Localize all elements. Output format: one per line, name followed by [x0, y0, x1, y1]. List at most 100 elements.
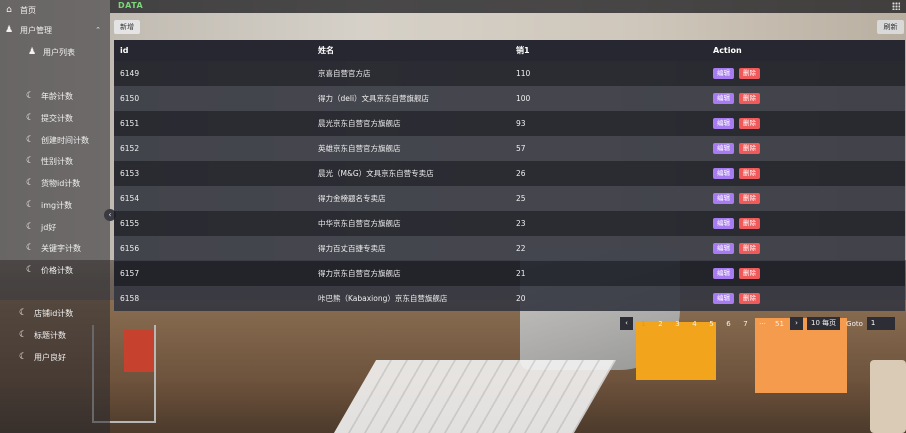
sidebar-item-label: 店铺id计数 — [34, 308, 74, 318]
page-number[interactable]: 3 — [671, 320, 684, 328]
cell-sales: 110 — [516, 69, 531, 78]
sidebar-item-label: 关键字计数 — [41, 243, 81, 253]
table-row: 6150 得力（deli）文具京东自营旗舰店 100 编辑 删除 — [114, 86, 905, 111]
cell-name: 晨光（M&G）文具京东自营专卖店 — [318, 169, 434, 178]
edit-button[interactable]: 编辑 — [713, 168, 734, 179]
cell-name: 得力（deli）文具京东自营旗舰店 — [318, 94, 430, 103]
page-number[interactable]: 51 — [773, 320, 786, 328]
column-header-sales[interactable]: 销1 — [510, 45, 707, 56]
cell-sales: 20 — [516, 294, 526, 303]
sidebar-item[interactable]: ☾ 提交计数 — [0, 108, 110, 128]
edit-button[interactable]: 编辑 — [713, 218, 734, 229]
delete-button[interactable]: 删除 — [739, 118, 760, 129]
cell-name: 得力百丈百捷专卖店 — [318, 244, 386, 253]
column-header-id[interactable]: id — [114, 46, 312, 55]
sidebar: ⌂ 首页 ♟ 用户管理 ⌃ ♟ 用户列表 ☾ 年龄计数 ☾ 提交计数 ☾ 创建时间计数 ☾ 性别计数 ☾ 货物i… — [0, 0, 110, 433]
moon-icon: ☾ — [25, 113, 35, 123]
background-keyboard — [333, 360, 617, 433]
cell-sales: 25 — [516, 194, 526, 203]
pagination: ‹ 1 2 3 4 5 6 7 ··· 51 › 10 每页 Goto 1 — [620, 317, 895, 330]
edit-button[interactable]: 编辑 — [713, 293, 734, 304]
cell-id: 6157 — [120, 269, 140, 278]
add-button[interactable]: 新增 — [114, 20, 140, 34]
edit-button[interactable]: 编辑 — [713, 143, 734, 154]
sidebar-item[interactable]: ☾ 货物id计数 — [0, 173, 110, 193]
sidebar-item[interactable]: ☾ 年龄计数 — [0, 86, 110, 106]
sidebar-item[interactable]: ♟ 用户列表 — [0, 42, 110, 62]
page-number[interactable]: 4 — [688, 320, 701, 328]
data-table: id 姓名 销1 Action 6149 京喜自营官方店 110 编辑 删除 6150 得力… — [114, 40, 905, 311]
table-row: 6156 得力百丈百捷专卖店 22 编辑 删除 — [114, 236, 905, 261]
next-page-button[interactable]: › — [790, 317, 803, 330]
sidebar-item[interactable]: ☾ 用户良好 — [0, 347, 110, 367]
page-number[interactable]: 7 — [739, 320, 752, 328]
delete-button[interactable]: 删除 — [739, 93, 760, 104]
column-header-name[interactable]: 姓名 — [312, 45, 510, 56]
sidebar-item[interactable]: ☾ 标题计数 — [0, 325, 110, 345]
delete-button[interactable]: 删除 — [739, 293, 760, 304]
sidebar-item-label: 用户列表 — [43, 47, 75, 57]
page-number[interactable]: 2 — [654, 320, 667, 328]
moon-icon: ☾ — [25, 243, 35, 253]
cell-actions: 编辑 删除 — [707, 68, 905, 79]
users-group-icon: ♟ — [4, 25, 14, 35]
sidebar-item[interactable]: ☾ 性别计数 — [0, 151, 110, 171]
table-row: 6151 晨光京东自营官方旗舰店 93 编辑 删除 — [114, 111, 905, 136]
table-row: 6158 咔巴熊（Kabaxiong）京东自营旗舰店 20 编辑 删除 — [114, 286, 905, 311]
table-row: 6154 得力金榜题名专卖店 25 编辑 删除 — [114, 186, 905, 211]
brand-logo: DATA — [118, 1, 144, 10]
delete-button[interactable]: 删除 — [739, 168, 760, 179]
sidebar-item[interactable]: ☾ 价格计数 — [0, 260, 110, 280]
page-number[interactable]: 5 — [705, 320, 718, 328]
cell-sales: 22 — [516, 244, 526, 253]
moon-icon: ☾ — [25, 200, 35, 210]
cell-actions: 编辑 删除 — [707, 168, 905, 179]
prev-page-button[interactable]: ‹ — [620, 317, 633, 330]
moon-icon: ☾ — [25, 265, 35, 275]
sidebar-item[interactable]: ☾ 创建时间计数 — [0, 130, 110, 150]
cell-name: 得力金榜题名专卖店 — [318, 194, 386, 203]
moon-icon: ☾ — [25, 135, 35, 145]
delete-button[interactable]: 删除 — [739, 143, 760, 154]
sidebar-item-label: 创建时间计数 — [41, 135, 89, 145]
cell-actions: 编辑 删除 — [707, 118, 905, 129]
edit-button[interactable]: 编辑 — [713, 243, 734, 254]
cell-sales: 57 — [516, 144, 526, 153]
sidebar-item[interactable]: ☾ jd好 — [0, 217, 110, 237]
delete-button[interactable]: 删除 — [739, 68, 760, 79]
page-ellipsis[interactable]: ··· — [756, 320, 769, 328]
top-bar: DATA — [110, 0, 906, 13]
cell-id: 6154 — [120, 194, 140, 203]
page-number[interactable]: 6 — [722, 320, 735, 328]
sidebar-item-label: 货物id计数 — [41, 178, 81, 188]
sidebar-item[interactable]: ♟ 用户管理 ⌃ — [0, 20, 110, 40]
user-list-icon: ♟ — [27, 47, 37, 57]
edit-button[interactable]: 编辑 — [713, 68, 734, 79]
sidebar-item-label: 首页 — [20, 5, 36, 15]
cell-actions: 编辑 删除 — [707, 93, 905, 104]
delete-button[interactable]: 删除 — [739, 268, 760, 279]
sidebar-item[interactable]: ⌂ 首页 — [0, 0, 110, 20]
refresh-button[interactable]: 刷新 — [877, 20, 904, 34]
sidebar-item[interactable]: ☾ 店铺id计数 — [0, 303, 110, 323]
sidebar-item[interactable]: ☾ img计数 — [0, 195, 110, 215]
cell-id: 6158 — [120, 294, 140, 303]
delete-button[interactable]: 删除 — [739, 218, 760, 229]
page-number[interactable]: 1 — [637, 320, 650, 328]
goto-input[interactable]: 1 — [866, 317, 895, 330]
column-header-action: Action — [713, 46, 742, 55]
moon-icon: ☾ — [25, 178, 35, 188]
edit-button[interactable]: 编辑 — [713, 193, 734, 204]
delete-button[interactable]: 删除 — [739, 193, 760, 204]
moon-icon: ☾ — [25, 91, 35, 101]
moon-icon: ☾ — [18, 308, 28, 318]
edit-button[interactable]: 编辑 — [713, 118, 734, 129]
sidebar-item[interactable]: ☾ 关键字计数 — [0, 238, 110, 258]
background-sticky-note — [636, 322, 716, 380]
edit-button[interactable]: 编辑 — [713, 93, 734, 104]
chevron-up-icon: ⌃ — [95, 26, 101, 34]
edit-button[interactable]: 编辑 — [713, 268, 734, 279]
page-size-select[interactable]: 10 每页 — [807, 317, 841, 330]
grid-menu-icon[interactable] — [892, 2, 900, 10]
delete-button[interactable]: 删除 — [739, 243, 760, 254]
